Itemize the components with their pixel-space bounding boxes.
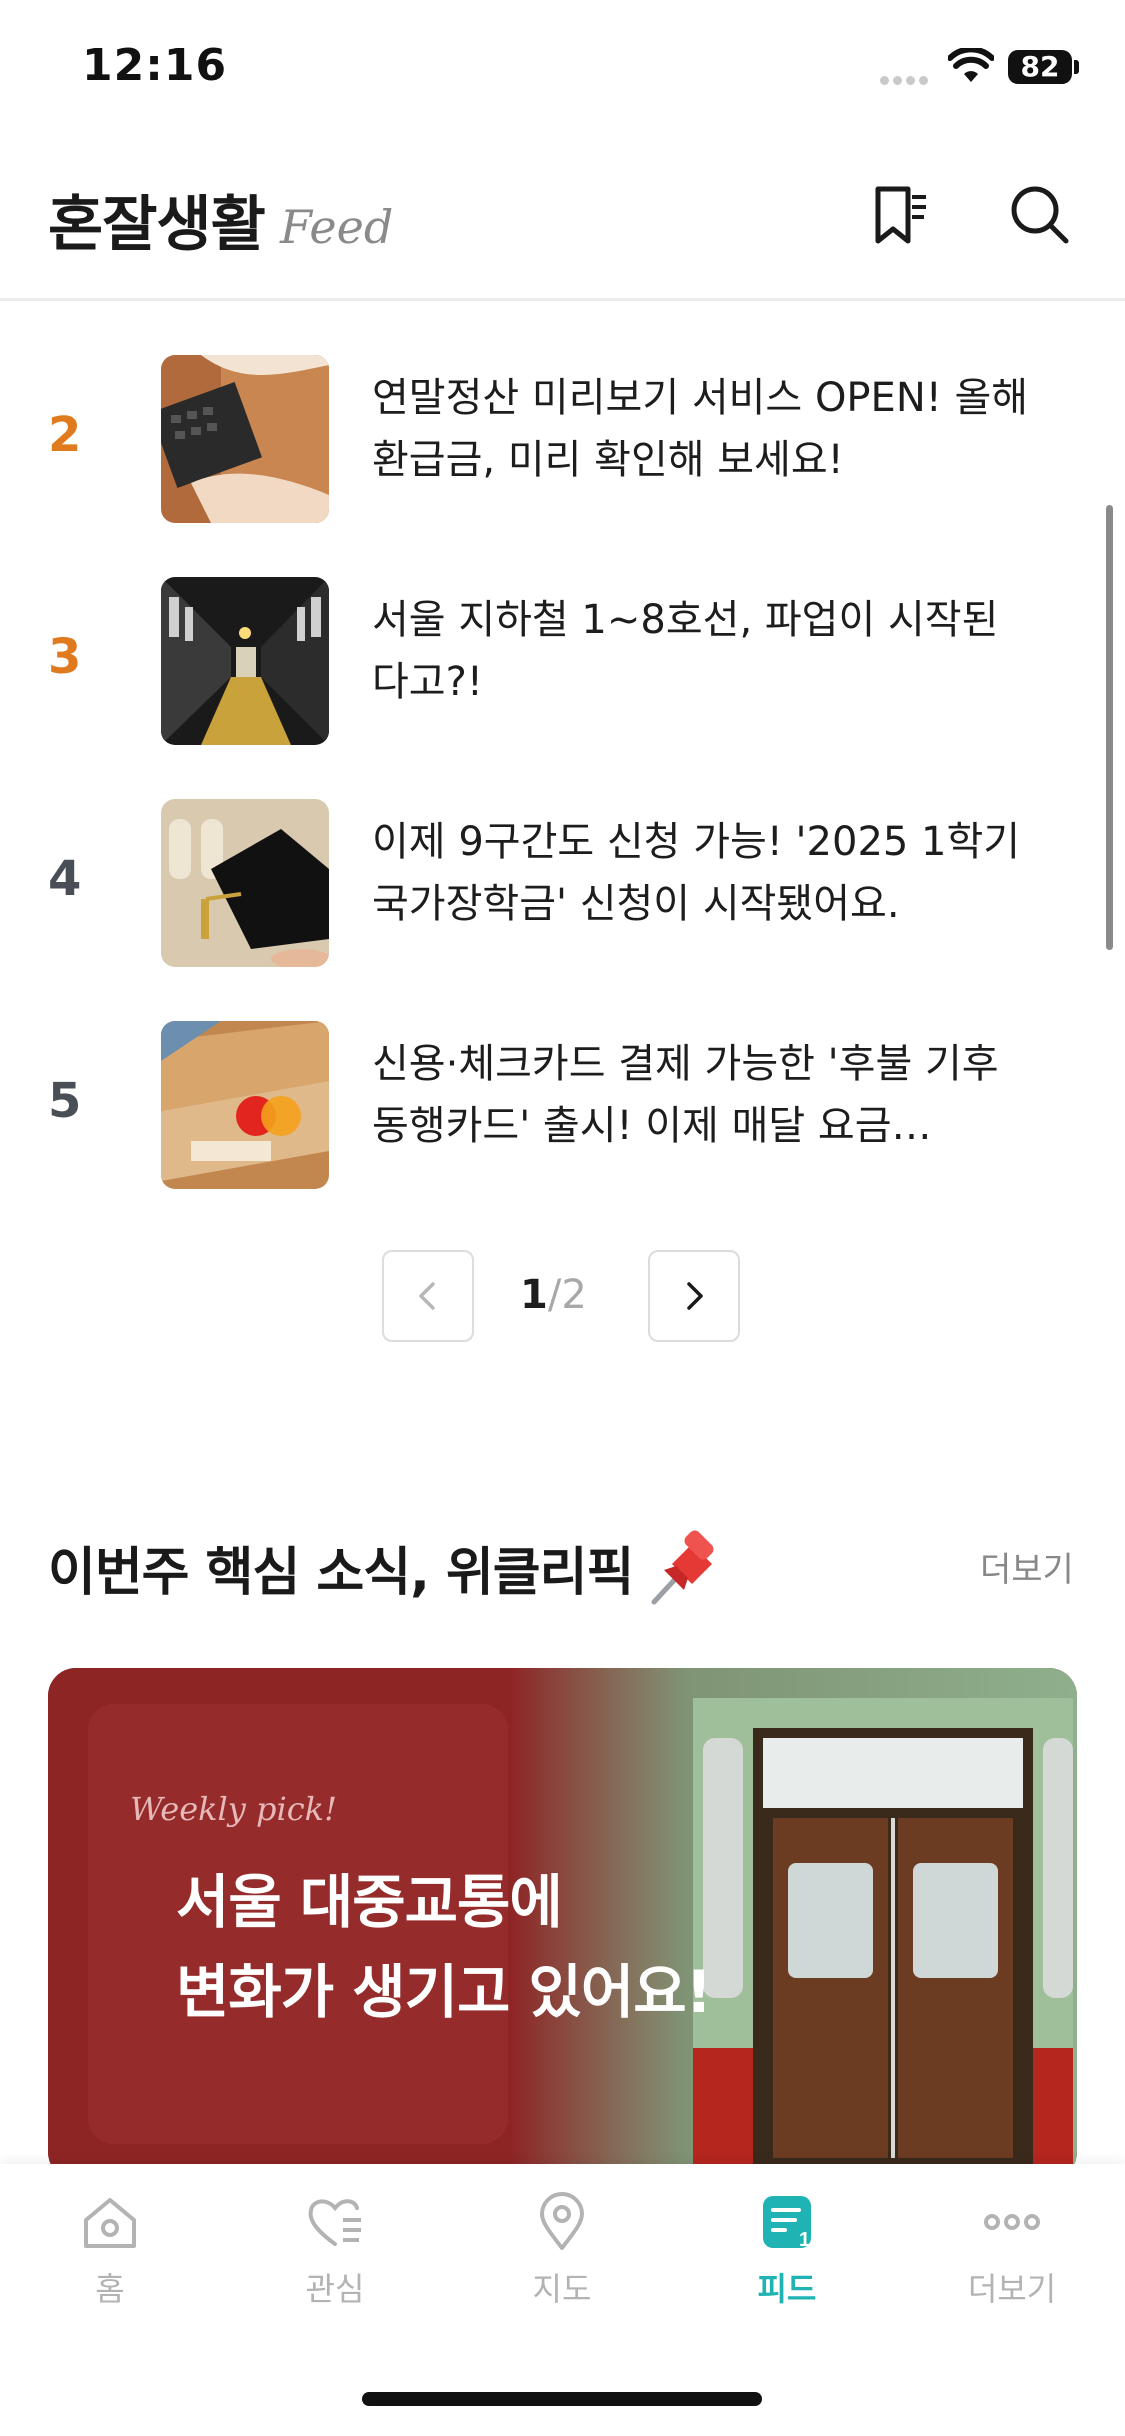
article-title: 서울 지하철 1~8호선, 파업이 시작된다고?! — [372, 597, 999, 705]
chevron-left-icon — [419, 1282, 435, 1310]
article-thumbnail — [161, 577, 329, 745]
rank-number: 3 — [48, 629, 82, 685]
chevron-right-icon — [687, 1282, 703, 1310]
battery-icon — [1074, 60, 1079, 74]
wifi-icon — [948, 48, 994, 82]
banner-kicker: Weekly pick! — [130, 1790, 337, 1828]
heart-list-icon — [308, 2199, 361, 2246]
app-subtitle: Feed — [280, 200, 394, 254]
tab-label: 홈 — [95, 2270, 125, 2308]
home-indicator — [362, 2392, 762, 2406]
article-thumbnail — [161, 1021, 329, 1189]
tab-label: 지도 — [532, 2270, 592, 2308]
battery-level: 82 — [1008, 50, 1072, 84]
tab-interest[interactable]: 관심 — [250, 2190, 420, 2330]
map-pin-icon — [540, 2192, 584, 2250]
tab-label: 관심 — [305, 2270, 365, 2308]
section-title: 이번주 핵심 소식, 위클리픽 — [48, 1543, 634, 1603]
tab-map[interactable]: 지도 — [477, 2190, 647, 2330]
app-title: 혼잘생활 — [48, 190, 266, 260]
pushpin-icon — [651, 1530, 714, 1605]
status-time: 12:16 — [82, 40, 228, 91]
bookmark-list-icon[interactable] — [868, 183, 932, 247]
page-separator: / — [547, 1272, 562, 1318]
feed-icon: 1 — [763, 2196, 811, 2251]
article-thumbnail — [161, 355, 329, 523]
prev-page-button[interactable] — [382, 1250, 474, 1342]
tab-more[interactable]: 더보기 — [927, 2190, 1097, 2330]
article-title: 신용·체크카드 결제 가능한 '후불 기후동행카드' 출시! 이제 매달 요금… — [372, 1041, 999, 1149]
tab-label: 더보기 — [967, 2270, 1057, 2308]
list-item[interactable]: 5 신용·체크카드 결제 가능한 '후불 기후동행카드' 출시! 이제 매달 요… — [0, 1021, 1125, 1191]
total-pages: 2 — [561, 1272, 587, 1318]
header-divider — [0, 298, 1125, 301]
article-title: 연말정산 미리보기 서비스 OPEN! 올해 환급금, 미리 확인해 보세요! — [372, 375, 1029, 483]
banner-headline-line2: 변화가 생기고 있어요! — [176, 1958, 712, 2026]
rank-number: 4 — [48, 851, 82, 907]
tab-feed[interactable]: 1 피드 — [702, 2190, 872, 2330]
article-thumbnail — [161, 799, 329, 967]
svg-text:1: 1 — [799, 2229, 810, 2251]
article-title: 이제 9구간도 신청 가능! '2025 1학기 국가장학금' 신청이 시작됐어… — [372, 819, 1021, 927]
next-page-button[interactable] — [648, 1250, 740, 1342]
rank-number: 5 — [48, 1073, 82, 1129]
list-item[interactable]: 4 이제 9구간도 신청 가능! '2025 1학기 국가장학금' 신청이 시작… — [0, 799, 1125, 969]
tab-label: 피드 — [757, 2270, 817, 2308]
search-icon[interactable] — [1008, 183, 1072, 247]
list-item[interactable]: 2 연말정산 미리보기 서비스 OPEN! 올해 환급금, 미리 확인해 보세요… — [0, 355, 1125, 525]
home-icon — [84, 2198, 136, 2248]
page-indicator: 1/2 — [520, 1272, 587, 1318]
rank-number: 2 — [48, 407, 82, 463]
banner-headline-line1: 서울 대중교통에 — [176, 1868, 563, 1936]
more-link[interactable]: 더보기 — [980, 1542, 1074, 1591]
tab-home[interactable]: 홈 — [25, 2190, 195, 2330]
list-item[interactable]: 3 서울 지하철 1~8호선, 파업이 시작된다고?! — [0, 577, 1125, 747]
current-page: 1 — [520, 1272, 548, 1318]
more-dots-icon — [984, 2214, 1040, 2230]
signal-icon — [880, 70, 932, 85]
